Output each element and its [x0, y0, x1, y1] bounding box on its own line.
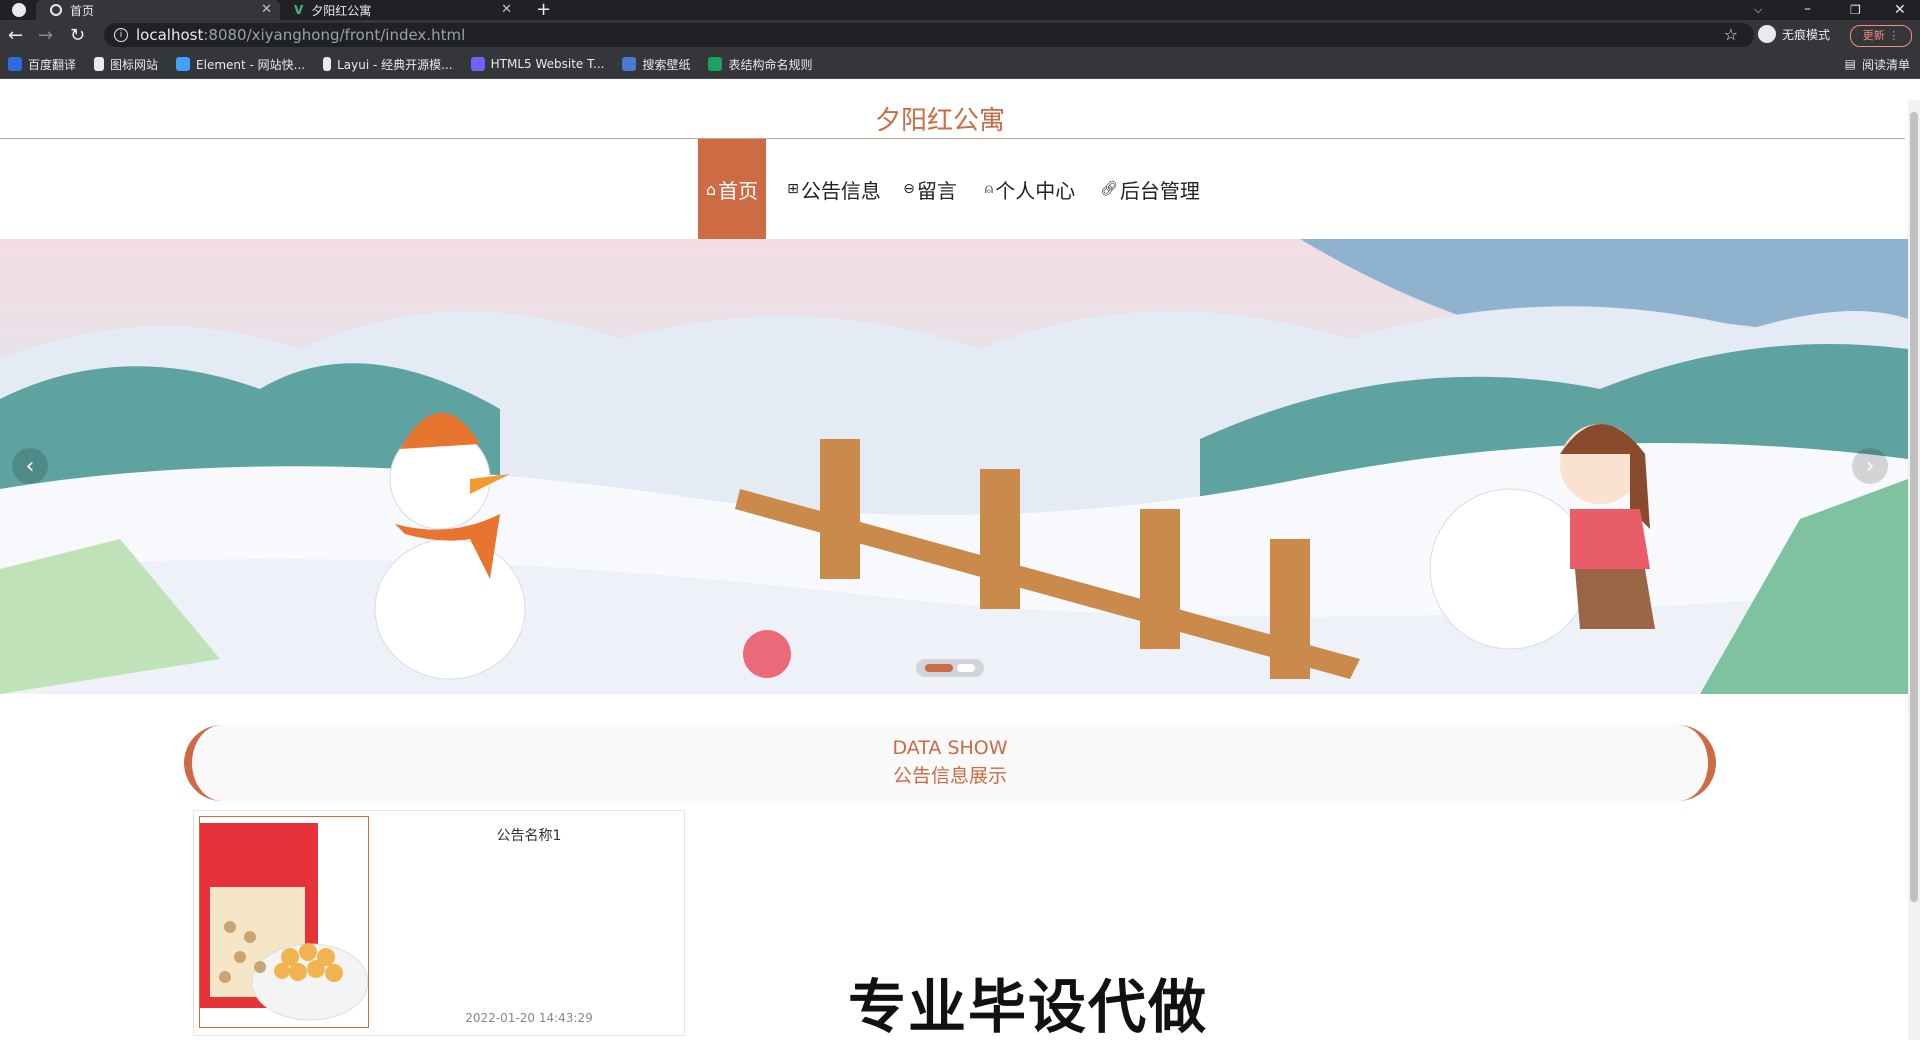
nav-notice[interactable]: ⊞ 公告信息: [784, 139, 884, 239]
url-path: :8080/xiyanghong/front/index.html: [203, 26, 466, 44]
bookmark-item[interactable]: 表结构命名规则: [708, 56, 812, 73]
nav-home[interactable]: ⌂ 首页: [698, 139, 766, 239]
site-title: 夕阳红公寓: [874, 106, 1005, 136]
new-tab-button[interactable]: +: [536, 0, 551, 20]
vue-icon: V: [294, 3, 304, 17]
grid-icon: ⊞: [787, 181, 799, 197]
incognito-icon: [1758, 25, 1776, 43]
address-bar: ← → ↻ i localhost:8080/xiyanghong/front/…: [0, 20, 1920, 50]
url-field[interactable]: i localhost:8080/xiyanghong/front/index.…: [104, 23, 1754, 47]
back-icon[interactable]: ←: [8, 25, 23, 46]
notice-card[interactable]: 公告名称1 2022-01-20 14:43:29: [193, 810, 685, 1036]
tab-title: 首页: [70, 3, 95, 18]
scrollbar-thumb[interactable]: [1910, 112, 1918, 902]
link-icon: 🔗︎: [1100, 181, 1118, 197]
translate-icon: [8, 57, 22, 71]
incognito-profile[interactable]: 无痕模式: [1758, 25, 1830, 43]
bookmark-star-icon[interactable]: ☆: [1724, 25, 1738, 44]
carousel-indicators: [916, 659, 984, 677]
incognito-label: 无痕模式: [1782, 27, 1831, 42]
nav-profile[interactable]: ⍝ 个人中心: [980, 139, 1080, 239]
main-nav: ⌂ 首页 ⊞ 公告信息 ⊖ 留言 ⍝ 个人中心 🔗︎ 后台管理: [0, 139, 1905, 239]
bookmark-item[interactable]: 百度翻译: [8, 56, 76, 73]
notice-title[interactable]: 公告名称1: [399, 825, 659, 845]
indicator-dot[interactable]: [957, 664, 975, 672]
section-cn-title: 公告信息展示: [892, 765, 1007, 787]
page-scrollbar[interactable]: [1908, 100, 1920, 1040]
user-icon: ⍝: [984, 181, 994, 197]
update-button[interactable]: 更新 ⋮: [1850, 25, 1912, 47]
close-tab-icon[interactable]: ✕: [261, 2, 272, 17]
nav-admin[interactable]: 🔗︎ 后台管理: [1100, 139, 1200, 239]
section-en-title: DATA SHOW: [892, 737, 1008, 759]
section-heading: DATA SHOW 公告信息展示: [184, 725, 1716, 801]
notice-thumbnail[interactable]: [199, 816, 369, 1028]
flag-icon: [94, 57, 105, 71]
banner-carousel[interactable]: ‹ ›: [0, 239, 1908, 694]
nav-message[interactable]: ⊖ 留言: [900, 139, 960, 239]
wallpaper-icon: [622, 57, 637, 71]
watermark-text: 专业毕设代做: [848, 973, 1209, 1041]
bookmark-item[interactable]: Layui - 经典开源模...: [323, 56, 453, 73]
indicator-dot-active[interactable]: [925, 664, 953, 672]
snack-package-image: [200, 817, 368, 1027]
bookmarks-bar: 百度翻译 图标网站 Element - 网站快... Layui - 经典开源模…: [0, 50, 1920, 79]
home-icon: ⌂: [705, 179, 717, 199]
bookmark-item[interactable]: HTML5 Website T...: [470, 57, 604, 71]
tab-apartment[interactable]: V 夕阳红公寓 ✕: [284, 0, 520, 20]
browser-tab-bar: 首页 ✕ V 夕阳红公寓 ✕ + ⌵ – ❐ ✕: [0, 0, 1920, 20]
bookmark-item[interactable]: 图标网站: [94, 56, 158, 73]
carousel-prev-button[interactable]: ‹: [12, 448, 48, 484]
close-tab-icon[interactable]: ✕: [501, 2, 512, 17]
element-icon: [176, 57, 191, 71]
bookmark-item[interactable]: Element - 网站快...: [176, 56, 305, 73]
layui-icon: [323, 57, 332, 71]
click-indicator: [743, 630, 791, 678]
forward-icon[interactable]: →: [38, 25, 53, 46]
reload-icon[interactable]: ↻: [70, 25, 85, 46]
bookmark-item[interactable]: 搜索壁纸: [622, 56, 690, 73]
reading-list[interactable]: ▤ 阅读清单: [1845, 56, 1910, 73]
info-icon: i: [114, 28, 128, 42]
update-label: 更新: [1862, 29, 1885, 42]
url-host: localhost: [136, 26, 204, 44]
message-icon: ⊖: [903, 181, 915, 197]
browser-logo-icon: [12, 3, 26, 17]
html5-icon: [470, 57, 485, 71]
sheet-icon: [708, 57, 723, 71]
tab-search-icon[interactable]: ⌵: [1754, 0, 1762, 20]
tab-home[interactable]: 首页 ✕: [36, 0, 280, 20]
tab-title: 夕阳红公寓: [311, 3, 372, 18]
restore-button[interactable]: ❐: [1850, 0, 1861, 20]
notice-time: 2022-01-20 14:43:29: [465, 1011, 593, 1025]
reading-list-icon: ▤: [1844, 57, 1856, 71]
carousel-next-button[interactable]: ›: [1852, 448, 1888, 484]
close-window-button[interactable]: ✕: [1894, 0, 1906, 20]
minimize-button[interactable]: –: [1804, 0, 1811, 18]
winter-banner-image: [0, 239, 1908, 694]
globe-icon: [50, 4, 62, 16]
